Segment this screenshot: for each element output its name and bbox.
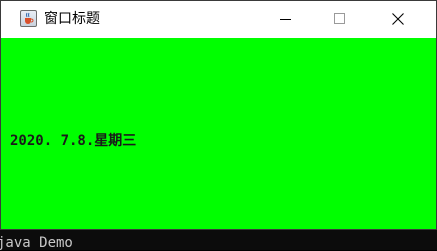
title-bar[interactable]: 窗口标题	[1, 1, 436, 38]
content-panel: 2020. 7.8.星期三	[1, 38, 436, 229]
maximize-icon	[334, 13, 345, 24]
maximize-button[interactable]	[317, 1, 363, 38]
minimize-icon	[280, 19, 291, 20]
console-prompt: java Demo	[0, 235, 73, 251]
close-icon	[392, 13, 404, 25]
java-cup-icon[interactable]	[20, 10, 37, 27]
app-window: 窗口标题 2020. 7.8.星期三	[0, 0, 437, 230]
window-title: 窗口标题	[44, 11, 100, 27]
date-label: 2020. 7.8.星期三	[10, 133, 137, 149]
close-button[interactable]	[375, 1, 421, 38]
minimize-button[interactable]	[263, 1, 309, 38]
